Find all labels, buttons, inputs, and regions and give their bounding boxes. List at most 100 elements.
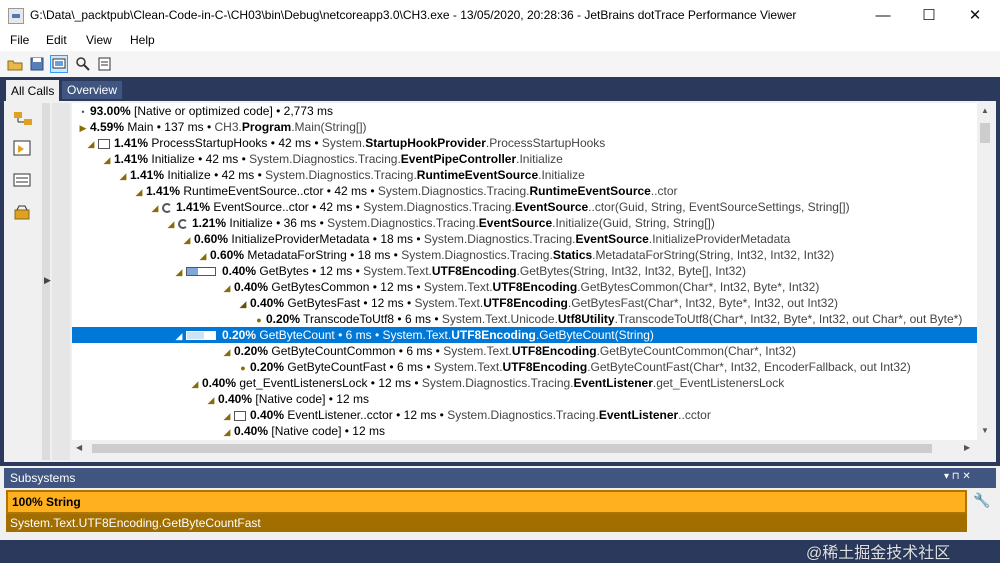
row-time: 12 ms bbox=[319, 264, 353, 278]
wrench-icon[interactable]: 🔧 bbox=[972, 492, 992, 512]
tree-row[interactable]: ◢ 0.40% get_EventListenersLock • 12 ms • … bbox=[72, 375, 977, 391]
tree-row[interactable]: • 93.00% [Native or optimized code] • 2,… bbox=[72, 103, 977, 119]
row-namespace: System.Diagnostics.Tracing. bbox=[423, 232, 576, 246]
tree-row[interactable]: ◢ 1.41% RuntimeEventSource..ctor • 42 ms … bbox=[72, 183, 977, 199]
tree-row[interactable]: ◢ 1.41% EventSource..ctor • 42 ms • Syste… bbox=[72, 199, 977, 215]
scroll-up-icon[interactable]: ▲ bbox=[981, 106, 989, 115]
row-namespace: System.Diagnostics.Tracing. bbox=[327, 216, 479, 230]
row-namespace: System.Text. bbox=[363, 264, 432, 278]
scroll-right-icon[interactable]: ▶ bbox=[964, 443, 970, 452]
row-namespace: System.Text.Unicode. bbox=[441, 312, 558, 326]
export-icon[interactable] bbox=[96, 55, 114, 73]
minimize-button[interactable]: — bbox=[860, 0, 906, 31]
row-name: GetByteCount bbox=[259, 328, 335, 342]
collapse-icon[interactable]: ◢ bbox=[220, 344, 234, 360]
collapse-icon[interactable]: ◢ bbox=[196, 248, 210, 264]
collapse-icon[interactable]: ◢ bbox=[188, 376, 202, 392]
expand-icon[interactable]: ▶ bbox=[76, 120, 90, 136]
row-namespace: System.Text. bbox=[423, 280, 493, 294]
tree-row[interactable]: ◢ 0.20% GetByteCount • 6 ms • System.Text… bbox=[72, 327, 977, 343]
collapse-icon[interactable]: ◢ bbox=[148, 200, 162, 216]
hot-spots-icon[interactable] bbox=[12, 171, 34, 191]
save-icon[interactable] bbox=[28, 55, 46, 73]
row-percent: 0.20% bbox=[266, 312, 301, 326]
close-button[interactable]: ✕ bbox=[952, 0, 998, 31]
row-percent: 0.40% bbox=[234, 424, 269, 438]
row-class: EventSource bbox=[478, 216, 553, 230]
chevron-right-icon[interactable]: ▶ bbox=[44, 275, 51, 286]
tree-row[interactable]: ◢ 0.40% [Native code] • 12 ms bbox=[72, 423, 977, 439]
maximize-button[interactable]: ☐ bbox=[906, 0, 952, 31]
collapse-icon[interactable]: ◢ bbox=[116, 168, 130, 184]
horizontal-scrollbar[interactable]: ◀ ▶ bbox=[72, 440, 977, 457]
row-namespace: CH3. bbox=[214, 120, 242, 134]
tree-row[interactable]: ◢ 0.40% GetBytesCommon • 12 ms • System.T… bbox=[72, 279, 977, 295]
row-name: MetadataForString bbox=[247, 248, 347, 262]
back-traces-icon[interactable] bbox=[12, 139, 34, 159]
tree-row[interactable]: ◢ 0.60% InitializeProviderMetadata • 18 m… bbox=[72, 231, 977, 247]
tree-row[interactable]: ◢ 0.40% [Native code] • 12 ms bbox=[72, 391, 977, 407]
vertical-scrollbar[interactable]: ▲ ▼ bbox=[977, 103, 994, 440]
row-name: Main bbox=[127, 120, 154, 134]
collapse-icon[interactable]: ◢ bbox=[132, 184, 146, 200]
collapse-icon[interactable]: ◢ bbox=[180, 232, 194, 248]
tree-row[interactable]: ● 0.20% TranscodeToUtf8 • 6 ms • System.T… bbox=[72, 311, 977, 327]
menu-edit[interactable]: Edit bbox=[46, 33, 67, 47]
tree-row[interactable]: ◢ 1.21% Initialize • 36 ms • System.Diagn… bbox=[72, 215, 977, 231]
collapse-icon[interactable]: ◢ bbox=[220, 424, 234, 440]
row-method: ..ctor(Guid, String, EventSourceSettings… bbox=[588, 200, 850, 214]
menu-view[interactable]: View bbox=[86, 33, 112, 47]
tree-row[interactable]: ◢ 0.40% GetBytes • 12 ms • System.Text.UT… bbox=[72, 263, 977, 279]
open-icon[interactable] bbox=[6, 55, 24, 73]
tree-row[interactable]: ◢ 0.60% MetadataForString • 18 ms • Syste… bbox=[72, 247, 977, 263]
subsystem-detail-row[interactable]: System.Text.UTF8Encoding.GetByteCountFas… bbox=[6, 514, 967, 532]
row-percent: 1.41% bbox=[114, 136, 149, 150]
row-name: [Native code] bbox=[271, 424, 342, 438]
tree-row[interactable]: ◢ 1.41% ProcessStartupHooks • 42 ms • Sys… bbox=[72, 135, 977, 151]
collapse-icon[interactable]: ◢ bbox=[204, 392, 218, 408]
row-class: EventListener bbox=[598, 408, 679, 422]
collapse-icon[interactable]: ◢ bbox=[236, 296, 250, 312]
collapse-icon[interactable]: ◢ bbox=[100, 152, 114, 168]
collapse-icon[interactable]: ◢ bbox=[220, 280, 234, 296]
tab-overview[interactable]: Overview bbox=[62, 81, 123, 99]
tree-row[interactable]: ▶ 4.59% Main • 137 ms • CH3.Program.Main(… bbox=[72, 119, 977, 135]
row-method: .Initialize(Guid, String, String[]) bbox=[552, 216, 715, 230]
tree-row[interactable]: ◢ 0.40% EventListener..cctor • 12 ms • Sy… bbox=[72, 407, 977, 423]
row-percent: 93.00% bbox=[90, 104, 131, 118]
tree-row[interactable]: ◢ 0.40% GetBytesFast • 12 ms • System.Tex… bbox=[72, 295, 977, 311]
scroll-down-icon[interactable]: ▼ bbox=[981, 426, 989, 435]
row-percent: 0.40% bbox=[234, 280, 269, 294]
leaf-icon: ● bbox=[240, 363, 246, 373]
subsystem-row[interactable]: 100% String bbox=[6, 490, 967, 514]
tree-row[interactable]: ● 0.20% GetByteCountFast • 6 ms • System.… bbox=[72, 359, 977, 375]
plain-list-icon[interactable] bbox=[12, 203, 34, 223]
search-icon[interactable] bbox=[74, 55, 92, 73]
panel-controls-icon[interactable]: ▾ ⊓ ✕ bbox=[944, 471, 971, 482]
collapse-icon[interactable]: ◢ bbox=[84, 136, 98, 152]
scroll-left-icon[interactable]: ◀ bbox=[76, 443, 82, 452]
row-name: Initialize bbox=[151, 152, 195, 166]
tree-row[interactable]: ◢ 0.20% GetByteCountCommon • 6 ms • Syste… bbox=[72, 343, 977, 359]
row-namespace: System.Diagnostics.Tracing. bbox=[447, 408, 599, 422]
collapse-icon[interactable]: ◢ bbox=[172, 328, 186, 344]
menu-file[interactable]: File bbox=[10, 33, 29, 47]
tree-row[interactable]: ◢ 1.41% Initialize • 42 ms • System.Diagn… bbox=[72, 151, 977, 167]
call-tree-view-icon[interactable] bbox=[12, 109, 34, 129]
row-percent: 1.41% bbox=[176, 200, 211, 214]
scroll-thumb[interactable] bbox=[980, 123, 990, 143]
snapshot-icon[interactable] bbox=[50, 55, 68, 73]
row-method: .Main(String[]) bbox=[291, 120, 367, 134]
tab-all-calls[interactable]: All Calls bbox=[6, 80, 60, 102]
method-icon bbox=[98, 138, 110, 149]
tree-row[interactable]: ◢ 1.41% Initialize • 42 ms • System.Diagn… bbox=[72, 167, 977, 183]
collapse-icon[interactable]: ◢ bbox=[172, 264, 186, 280]
recursion-icon bbox=[162, 202, 172, 213]
menu-help[interactable]: Help bbox=[130, 33, 155, 47]
collapse-icon[interactable]: ◢ bbox=[164, 216, 178, 232]
row-time: 12 ms bbox=[352, 424, 385, 438]
collapse-icon[interactable]: ◢ bbox=[220, 408, 234, 424]
row-method: .GetBytesFast(Char*, Int32, Byte*, Int32… bbox=[567, 296, 839, 310]
scroll-thumb-horizontal[interactable] bbox=[92, 444, 932, 453]
call-tree[interactable]: • 93.00% [Native or optimized code] • 2,… bbox=[72, 103, 977, 440]
